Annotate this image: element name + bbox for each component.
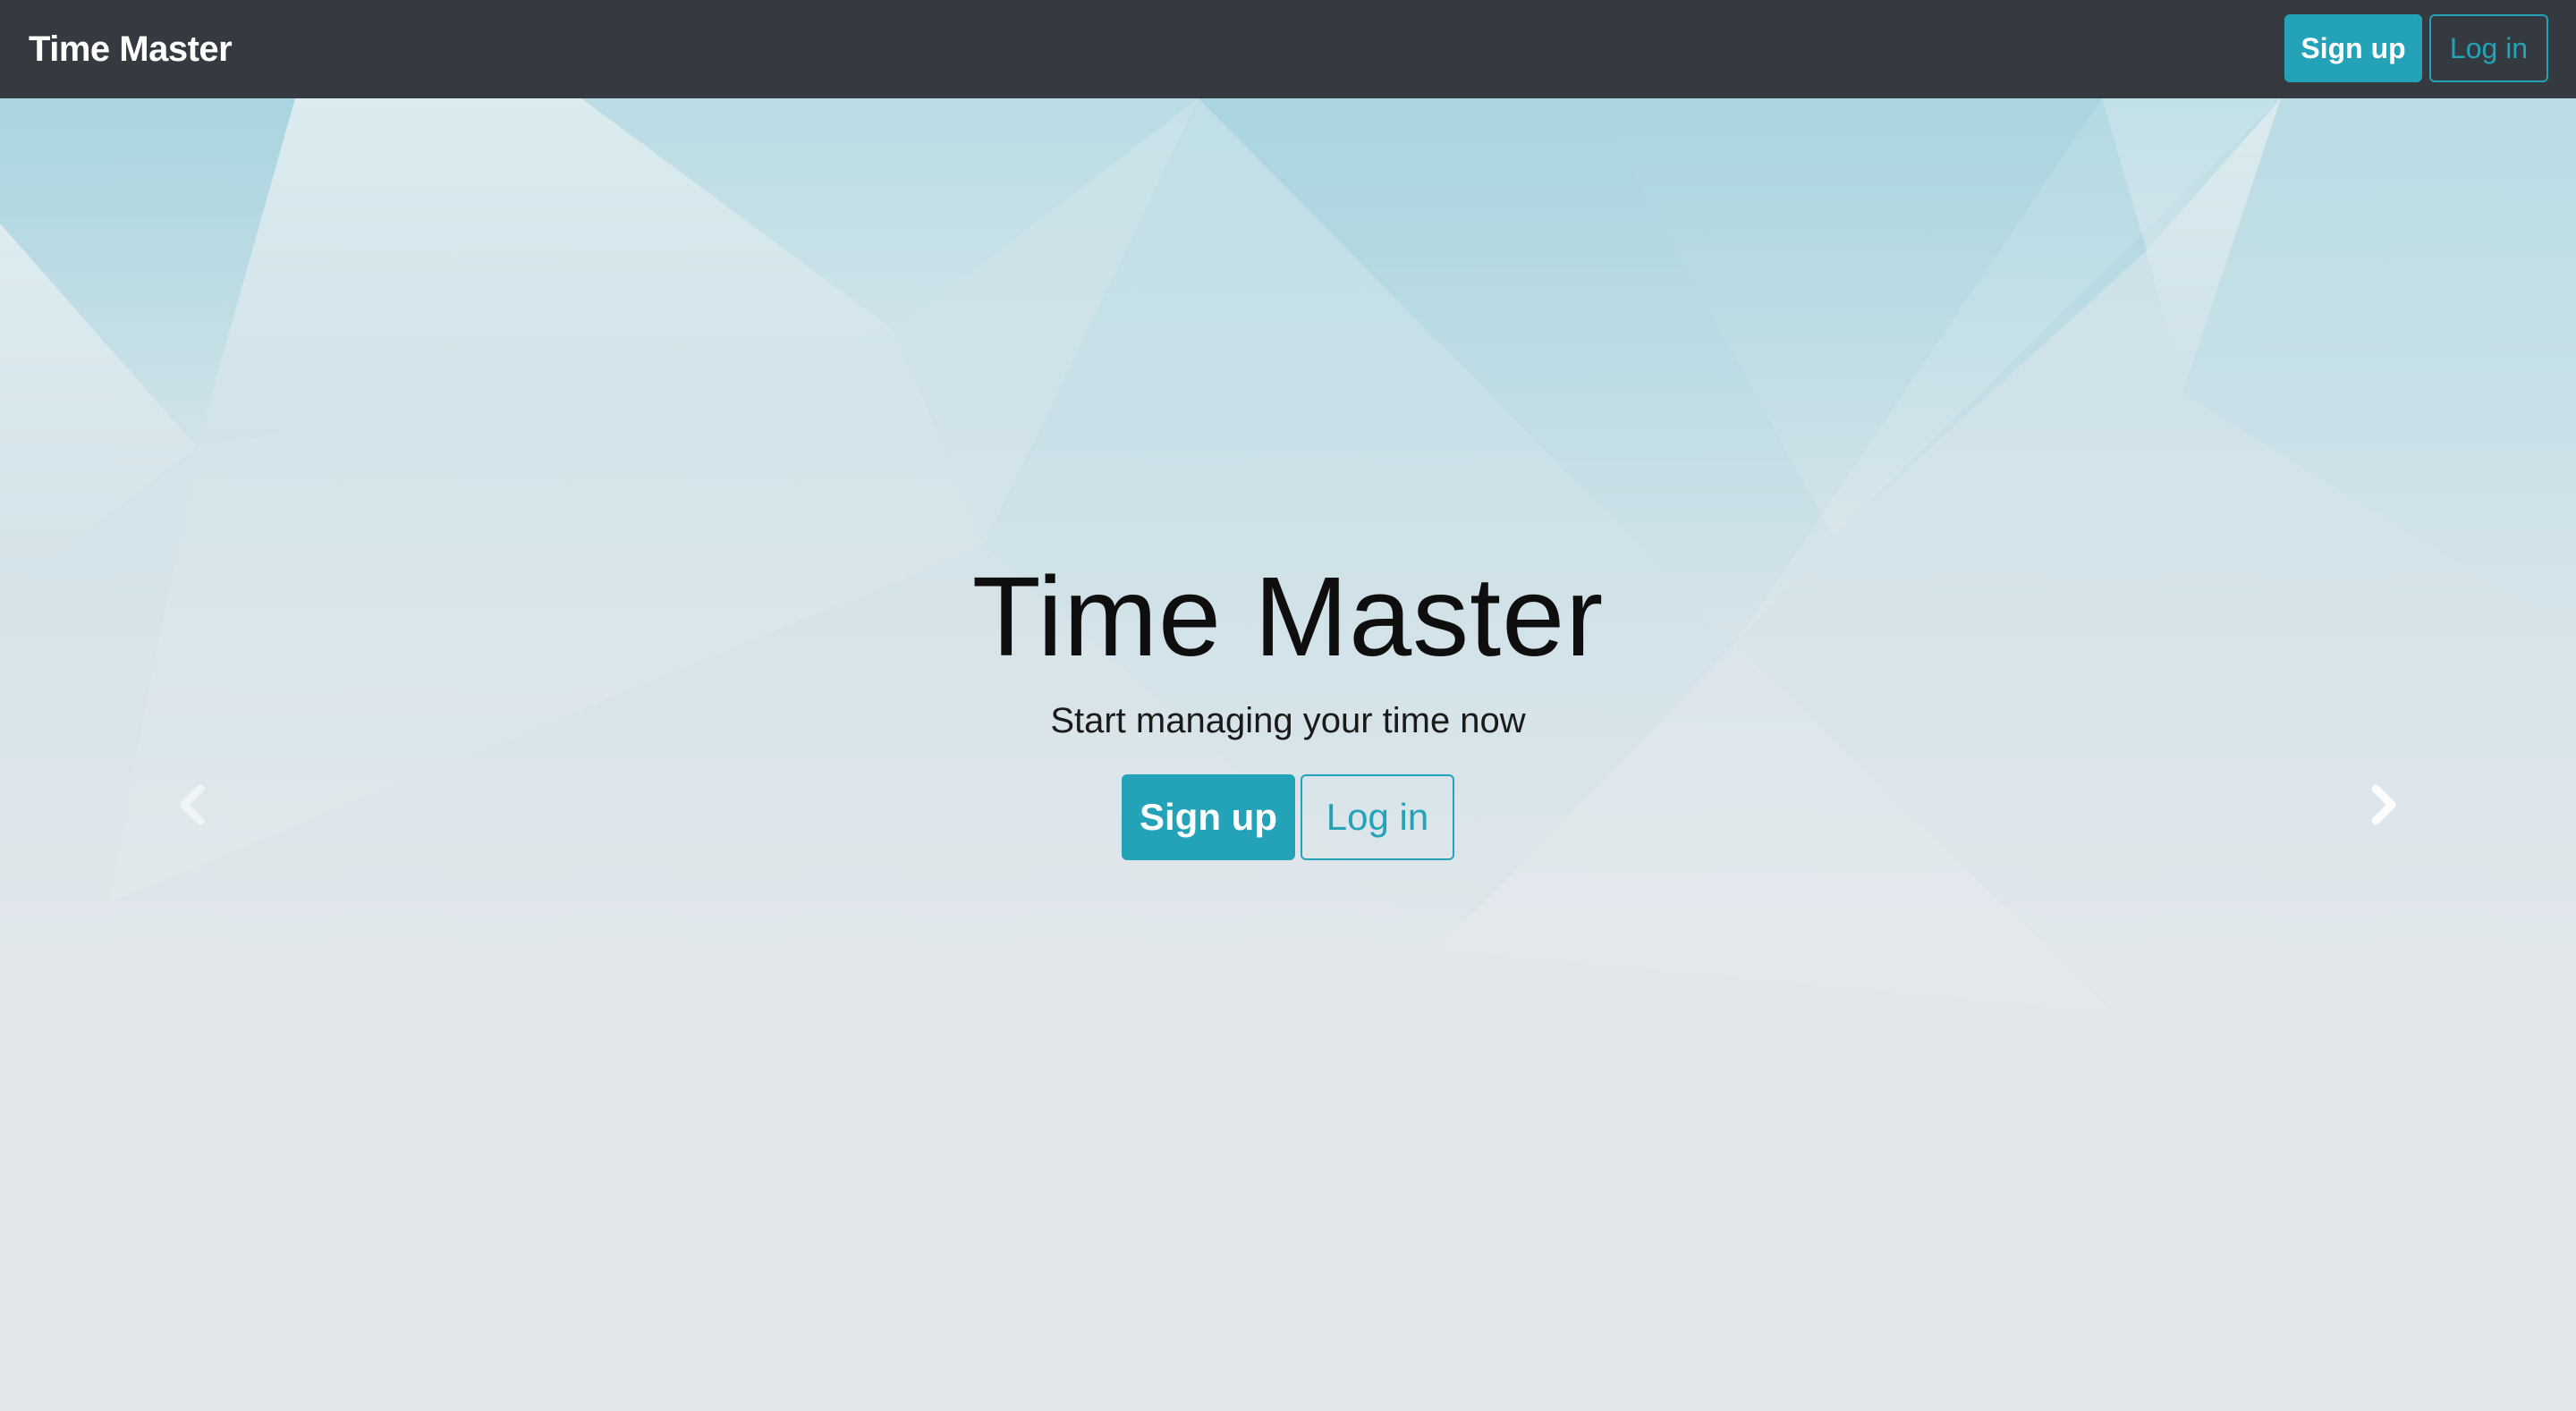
navbar: Time Master Sign up Log in	[0, 0, 2576, 98]
hero-login-button[interactable]: Log in	[1301, 774, 1454, 860]
nav-login-button[interactable]: Log in	[2429, 14, 2548, 82]
chevron-left-icon	[180, 784, 205, 825]
hero-background	[0, 98, 2576, 1411]
carousel-next-button[interactable]	[2356, 778, 2410, 832]
brand-logo-text[interactable]: Time Master	[29, 0, 233, 98]
hero-signup-button[interactable]: Sign up	[1122, 774, 1295, 860]
hero-title: Time Master	[971, 553, 1605, 680]
carousel-prev-button[interactable]	[166, 778, 220, 832]
hero-subtitle: Start managing your time now	[1050, 701, 1526, 740]
page: Time Master Sign up Log in Time Master S…	[0, 0, 2576, 1411]
nav-signup-button[interactable]: Sign up	[2284, 14, 2422, 82]
chevron-right-icon	[2371, 784, 2396, 825]
